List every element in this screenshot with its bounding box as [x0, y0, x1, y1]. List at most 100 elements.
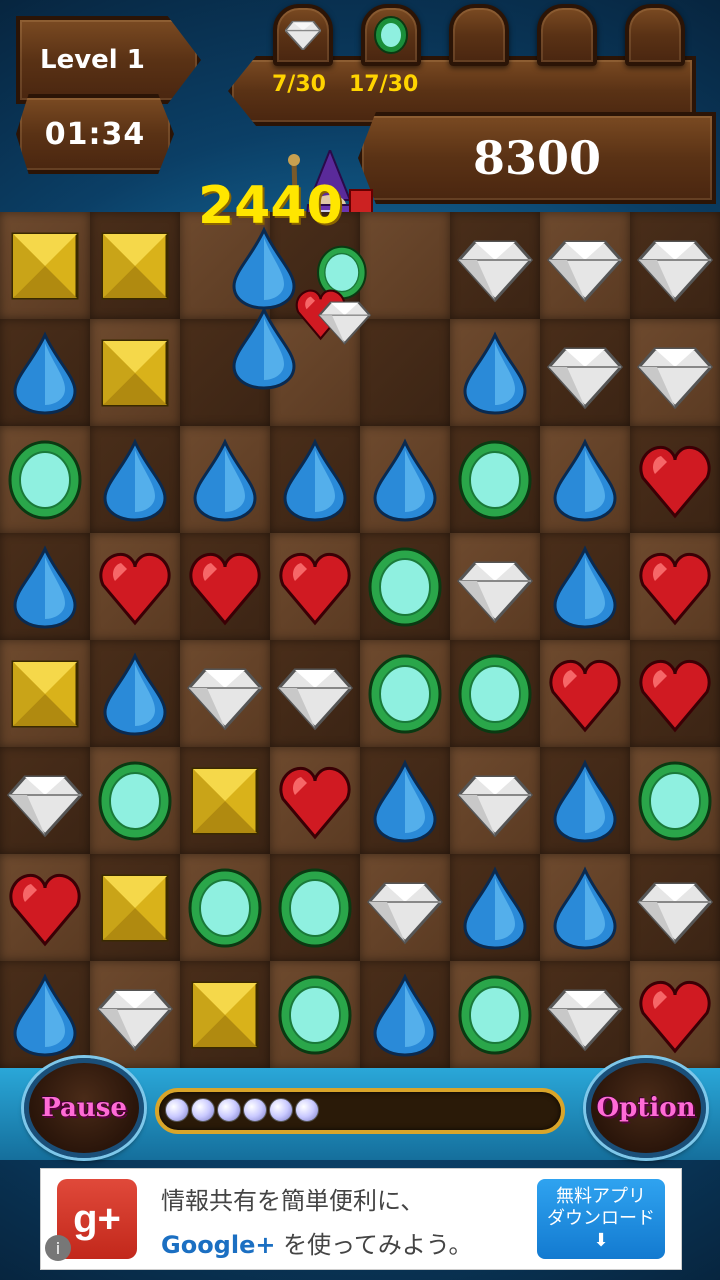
board-cell[interactable]: [180, 640, 270, 747]
board-cell[interactable]: [180, 747, 270, 854]
diamond-icon: [547, 347, 623, 409]
board-cell[interactable]: [450, 319, 540, 426]
board-cell[interactable]: [360, 426, 450, 533]
board-cell[interactable]: [630, 854, 720, 961]
board-cell[interactable]: [90, 854, 180, 961]
board-cell[interactable]: [630, 426, 720, 533]
ad-brand: Google+: [161, 1231, 276, 1259]
board-cell[interactable]: [540, 319, 630, 426]
board-cell[interactable]: [540, 854, 630, 961]
board-cell[interactable]: [360, 854, 450, 961]
progress-dot: [191, 1098, 215, 1122]
board-cell[interactable]: [0, 533, 90, 640]
goal-count-emerald: 17/30: [349, 72, 419, 97]
topaz-icon: [191, 767, 259, 834]
ad-banner[interactable]: g+ i 情報共有を簡単便利に、 Google+ を使ってみよう。 無料アプリ …: [40, 1168, 682, 1270]
diamond-icon: [277, 668, 353, 730]
sapphire-icon: [232, 226, 296, 310]
board-cell[interactable]: [0, 319, 90, 426]
board-cell[interactable]: [0, 961, 90, 1068]
board-cell[interactable]: [90, 747, 180, 854]
sapphire-icon: [373, 758, 437, 843]
board-cell[interactable]: [270, 747, 360, 854]
goal-slot-empty: [537, 4, 597, 66]
board-cell[interactable]: [180, 426, 270, 533]
board-cell[interactable]: [90, 319, 180, 426]
board-cell[interactable]: [90, 426, 180, 533]
board-cell[interactable]: [270, 854, 360, 961]
board-cell[interactable]: [540, 747, 630, 854]
ruby-icon: [99, 552, 171, 625]
board-cell[interactable]: [0, 854, 90, 961]
ad-subline-rest: を使ってみよう。: [275, 1231, 473, 1259]
info-icon[interactable]: i: [45, 1235, 71, 1261]
board-cell[interactable]: [450, 533, 540, 640]
ad-subline: Google+ を使ってみよう。: [161, 1225, 472, 1260]
board-cell[interactable]: [630, 747, 720, 854]
board-cell[interactable]: [360, 533, 450, 640]
board-cell[interactable]: [270, 533, 360, 640]
ruby-icon: [9, 873, 81, 946]
board-cell[interactable]: [630, 533, 720, 640]
diamond-icon: [547, 240, 623, 302]
board-cell[interactable]: [180, 961, 270, 1068]
ruby-icon: [189, 552, 261, 625]
pause-button[interactable]: Pause: [24, 1058, 144, 1158]
board-cell[interactable]: [450, 212, 540, 319]
board-cell[interactable]: [90, 533, 180, 640]
board-cell[interactable]: [450, 640, 540, 747]
diamond-icon: [97, 989, 173, 1051]
option-label: Option: [596, 1093, 696, 1123]
diamond-icon: [367, 882, 443, 944]
sapphire-icon: [13, 972, 77, 1057]
emerald-icon: [98, 761, 172, 840]
board-cell[interactable]: [90, 212, 180, 319]
board-cell[interactable]: [630, 212, 720, 319]
board-cell[interactable]: [540, 426, 630, 533]
board-cell[interactable]: [0, 747, 90, 854]
board-cell[interactable]: [450, 747, 540, 854]
goal-slot-diamond: [273, 4, 333, 66]
board-cell[interactable]: [0, 426, 90, 533]
ad-cta-line2: ダウンロード: [547, 1208, 655, 1229]
board-cell[interactable]: [270, 426, 360, 533]
board-cell[interactable]: [540, 212, 630, 319]
score-value: 8300: [472, 131, 602, 185]
board-cell[interactable]: [360, 961, 450, 1068]
board-cell[interactable]: [450, 961, 540, 1068]
progress-dot: [243, 1098, 267, 1122]
emerald-icon: [368, 654, 442, 733]
board-cell[interactable]: [630, 319, 720, 426]
diamond-icon: [637, 882, 713, 944]
board-cell[interactable]: [360, 640, 450, 747]
option-button[interactable]: Option: [586, 1058, 706, 1158]
diamond-icon: [318, 301, 372, 345]
board-cell[interactable]: [90, 640, 180, 747]
board-cell[interactable]: [540, 640, 630, 747]
emerald-icon: [458, 654, 532, 733]
ruby-icon: [549, 659, 621, 732]
sapphire-icon: [553, 544, 617, 629]
sapphire-icon: [553, 758, 617, 843]
timer-value: 01:34: [44, 116, 146, 152]
board-cell[interactable]: [630, 640, 720, 747]
board-cell[interactable]: [0, 212, 90, 319]
board-cell[interactable]: [450, 854, 540, 961]
board-cell[interactable]: [540, 961, 630, 1068]
ad-download-button[interactable]: 無料アプリ ダウンロード ⬇: [537, 1179, 665, 1259]
board-cell[interactable]: [180, 533, 270, 640]
level-label: Level 1: [40, 45, 145, 75]
board-cell[interactable]: [360, 319, 450, 426]
board-cell[interactable]: [360, 212, 450, 319]
board-cell[interactable]: [360, 747, 450, 854]
board-cell[interactable]: [270, 961, 360, 1068]
board-cell[interactable]: [270, 640, 360, 747]
board-cell[interactable]: [180, 854, 270, 961]
board-cell[interactable]: [540, 533, 630, 640]
diamond-icon: [637, 240, 713, 302]
board-cell[interactable]: [90, 961, 180, 1068]
board-cell[interactable]: [0, 640, 90, 747]
board-cell[interactable]: [450, 426, 540, 533]
board-cell[interactable]: [630, 961, 720, 1068]
diamond-icon: [285, 20, 321, 50]
